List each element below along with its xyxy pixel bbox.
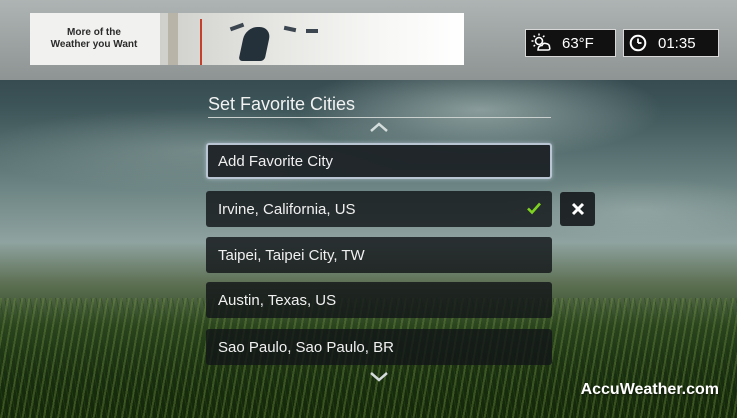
top-bar: More of the Weather you Want 63°F 01:35	[0, 0, 737, 80]
ad-line-1: More of the	[67, 27, 121, 38]
city-item[interactable]: Austin, Texas, US	[206, 282, 552, 318]
ad-text: More of the Weather you Want	[30, 13, 158, 65]
city-item-label: Irvine, California, US	[218, 200, 356, 218]
checkmark-icon	[527, 202, 541, 215]
close-icon	[571, 202, 584, 216]
city-item-label: Austin, Texas, US	[218, 291, 337, 309]
ad-line-2: Weather you Want	[50, 39, 138, 50]
scroll-down-icon[interactable]	[368, 370, 390, 384]
page-title: Set Favorite Cities	[208, 94, 356, 114]
partly-sunny-icon	[526, 30, 556, 56]
city-item-label: Taipei, Taipei City, TW	[218, 246, 365, 264]
ad-photo	[160, 13, 464, 65]
delete-city-button[interactable]	[560, 192, 595, 226]
clock-time: 01:35	[658, 34, 696, 52]
scroll-up-icon[interactable]	[368, 120, 390, 134]
temperature: 63°F	[562, 34, 594, 52]
city-item[interactable]: Taipei, Taipei City, TW	[206, 237, 552, 273]
add-favorite-city-label: Add Favorite City	[218, 152, 334, 170]
title-divider	[208, 117, 551, 118]
ad-banner[interactable]: More of the Weather you Want	[30, 13, 464, 65]
current-weather: 63°F	[525, 29, 616, 57]
city-item[interactable]: Sao Paulo, Sao Paulo, BR	[206, 329, 552, 365]
add-favorite-city-button[interactable]: Add Favorite City	[206, 143, 552, 179]
clock: 01:35	[623, 29, 719, 57]
city-item[interactable]: Irvine, California, US	[206, 191, 552, 227]
city-item-label: Sao Paulo, Sao Paulo, BR	[218, 338, 394, 356]
clock-icon	[624, 30, 652, 56]
brand-logo: AccuWeather.com	[580, 381, 719, 398]
